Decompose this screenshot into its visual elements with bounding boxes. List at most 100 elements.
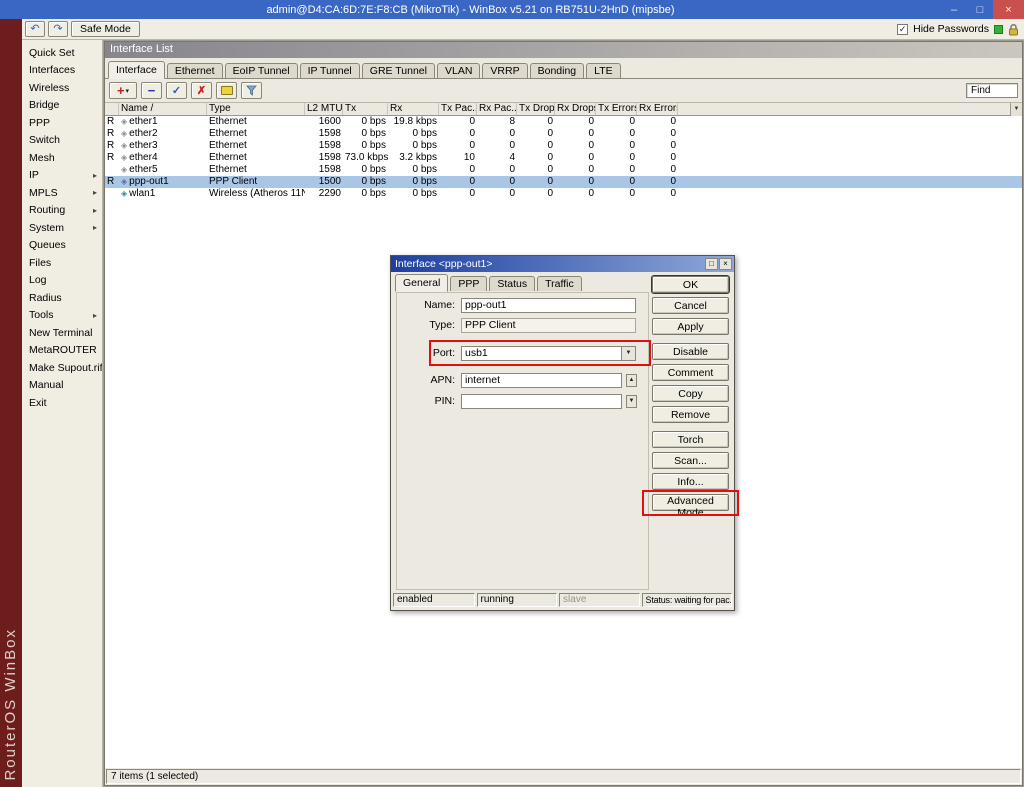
sidebar-item-new-terminal[interactable]: New Terminal — [22, 324, 102, 342]
minimize-button[interactable]: – — [941, 0, 967, 19]
disable-button[interactable]: Disable — [652, 343, 729, 360]
remove-button[interactable]: Remove — [652, 406, 729, 423]
tab-vrrp[interactable]: VRRP — [482, 63, 527, 78]
table-row-ether5[interactable]: ◈ether5Ethernet15980 bps0 bps000000 — [105, 164, 1022, 176]
advanced-mode-button[interactable]: Advanced Mode — [652, 494, 729, 511]
sidebar-item-bridge[interactable]: Bridge — [22, 97, 102, 115]
enable-button[interactable]: ✓ — [166, 82, 187, 99]
port-value: usb1 — [462, 347, 621, 360]
dialog-tab-traffic[interactable]: Traffic — [537, 276, 582, 291]
column-header-rx-pac[interactable]: Rx Pac... — [477, 103, 517, 115]
cancel-button[interactable]: Cancel — [652, 297, 729, 314]
row-cell: 0 — [596, 164, 637, 176]
dialog-restore-button[interactable]: □ — [705, 258, 718, 270]
tab-bonding[interactable]: Bonding — [530, 63, 585, 78]
table-row-ether1[interactable]: R◈ether1Ethernet16000 bps19.8 kbps080000 — [105, 116, 1022, 128]
sidebar-item-mpls[interactable]: MPLS▸ — [22, 184, 102, 202]
column-header-l2-mtu[interactable]: L2 MTU — [305, 103, 343, 115]
column-header-rx-errors[interactable]: Rx Errors — [637, 103, 678, 115]
dialog-close-button[interactable]: × — [719, 258, 732, 270]
sidebar-item-quick-set[interactable]: Quick Set — [22, 44, 102, 62]
find-input[interactable]: Find — [966, 83, 1018, 98]
tab-eoip-tunnel[interactable]: EoIP Tunnel — [225, 63, 298, 78]
sidebar-item-files[interactable]: Files — [22, 254, 102, 272]
close-button[interactable]: × — [993, 0, 1024, 19]
sidebar-item-queues[interactable]: Queues — [22, 237, 102, 255]
name-input[interactable]: ppp-out1 — [461, 298, 636, 313]
tab-interface[interactable]: Interface — [108, 61, 165, 79]
scan-button[interactable]: Scan... — [652, 452, 729, 469]
column-header-tx[interactable]: Tx — [343, 103, 388, 115]
add-button[interactable]: + ▾ — [109, 82, 137, 99]
sidebar-item-radius[interactable]: Radius — [22, 289, 102, 307]
table-row-ppp-out1[interactable]: R◈ppp-out1PPP Client15000 bps0 bps000000 — [105, 176, 1022, 188]
row-cell: 0 — [596, 116, 637, 128]
column-header-type[interactable]: Type — [207, 103, 305, 115]
sidebar-item-manual[interactable]: Manual — [22, 377, 102, 395]
sidebar-item-ip[interactable]: IP▸ — [22, 167, 102, 185]
hide-passwords-checkbox[interactable]: ✓ — [897, 24, 908, 35]
apn-input[interactable]: internet — [461, 373, 622, 388]
sidebar-item-label: Queues — [29, 239, 66, 251]
redo-button[interactable]: ↷ — [48, 21, 68, 37]
apn-up-arrow-button[interactable]: ▲ — [626, 374, 637, 387]
dialog-tab-general[interactable]: General — [395, 274, 448, 292]
torch-button[interactable]: Torch — [652, 431, 729, 448]
sidebar-item-mesh[interactable]: Mesh — [22, 149, 102, 167]
column-header-rx-drops[interactable]: Rx Drops — [555, 103, 596, 115]
row-cell: 0 — [517, 116, 555, 128]
table-row-ether3[interactable]: R◈ether3Ethernet15980 bps0 bps000000 — [105, 140, 1022, 152]
tab-lte[interactable]: LTE — [586, 63, 620, 78]
column-selector-button[interactable]: ▼ — [1010, 103, 1022, 116]
sidebar-item-make-supout-rif[interactable]: Make Supout.rif — [22, 359, 102, 377]
sidebar-item-exit[interactable]: Exit — [22, 394, 102, 412]
row-cell: 0 — [439, 176, 477, 188]
dialog-tab-ppp[interactable]: PPP — [450, 276, 487, 291]
maximize-button[interactable]: □ — [967, 0, 993, 19]
disable-toolbar-button[interactable]: ✗ — [191, 82, 212, 99]
filter-button[interactable] — [241, 82, 262, 99]
dialog-tab-status[interactable]: Status — [489, 276, 535, 291]
apply-button[interactable]: Apply — [652, 318, 729, 335]
column-header-tx-errors[interactable]: Tx Errors — [596, 103, 637, 115]
column-header-rx[interactable]: Rx — [388, 103, 439, 115]
copy-button[interactable]: Copy — [652, 385, 729, 402]
sidebar-item-ppp[interactable]: PPP — [22, 114, 102, 132]
pin-input[interactable] — [461, 394, 622, 409]
info-button[interactable]: Info... — [652, 473, 729, 490]
sidebar-item-log[interactable]: Log — [22, 272, 102, 290]
column-header-tx-pac[interactable]: Tx Pac... — [439, 103, 477, 115]
comment-button[interactable]: Comment — [652, 364, 729, 381]
column-header-flag[interactable] — [105, 103, 119, 115]
table-row-ether2[interactable]: R◈ether2Ethernet15980 bps0 bps000000 — [105, 128, 1022, 140]
port-dropdown[interactable]: usb1 ▼ — [461, 346, 636, 361]
row-cell: 0 — [517, 140, 555, 152]
remove-button[interactable]: − — [141, 82, 162, 99]
port-dropdown-arrow-icon[interactable]: ▼ — [621, 347, 635, 360]
sidebar-item-tools[interactable]: Tools▸ — [22, 307, 102, 325]
table-row-ether4[interactable]: R◈ether4Ethernet159873.0 kbps3.2 kbps104… — [105, 152, 1022, 164]
comment-toolbar-button[interactable] — [216, 82, 237, 99]
apn-label: APN: — [397, 373, 455, 388]
sidebar-item-metarouter[interactable]: MetaROUTER — [22, 342, 102, 360]
sidebar-item-interfaces[interactable]: Interfaces — [22, 62, 102, 80]
pin-down-arrow-button[interactable]: ▼ — [626, 395, 637, 408]
row-flag: R — [105, 152, 119, 164]
sidebar-item-switch[interactable]: Switch — [22, 132, 102, 150]
tab-ethernet[interactable]: Ethernet — [167, 63, 223, 78]
sidebar-item-wireless[interactable]: Wireless — [22, 79, 102, 97]
undo-button[interactable]: ↶ — [25, 21, 45, 37]
tab-ip-tunnel[interactable]: IP Tunnel — [300, 63, 360, 78]
sidebar-item-system[interactable]: System▸ — [22, 219, 102, 237]
safe-mode-button[interactable]: Safe Mode — [71, 21, 140, 37]
row-cell: 0 — [596, 188, 637, 200]
table-row-wlan1[interactable]: ◈wlan1Wireless (Atheros 11N)22900 bps0 b… — [105, 188, 1022, 200]
tab-gre-tunnel[interactable]: GRE Tunnel — [362, 63, 435, 78]
column-header-tx-drops[interactable]: Tx Drops — [517, 103, 555, 115]
ok-button[interactable]: OK — [652, 276, 729, 293]
tab-vlan[interactable]: VLAN — [437, 63, 480, 78]
row-type-cell: Wireless (Atheros 11N) — [207, 188, 305, 200]
sidebar-item-routing[interactable]: Routing▸ — [22, 202, 102, 220]
column-header-name[interactable]: Name / — [119, 103, 207, 115]
row-cell: 0 — [477, 176, 517, 188]
